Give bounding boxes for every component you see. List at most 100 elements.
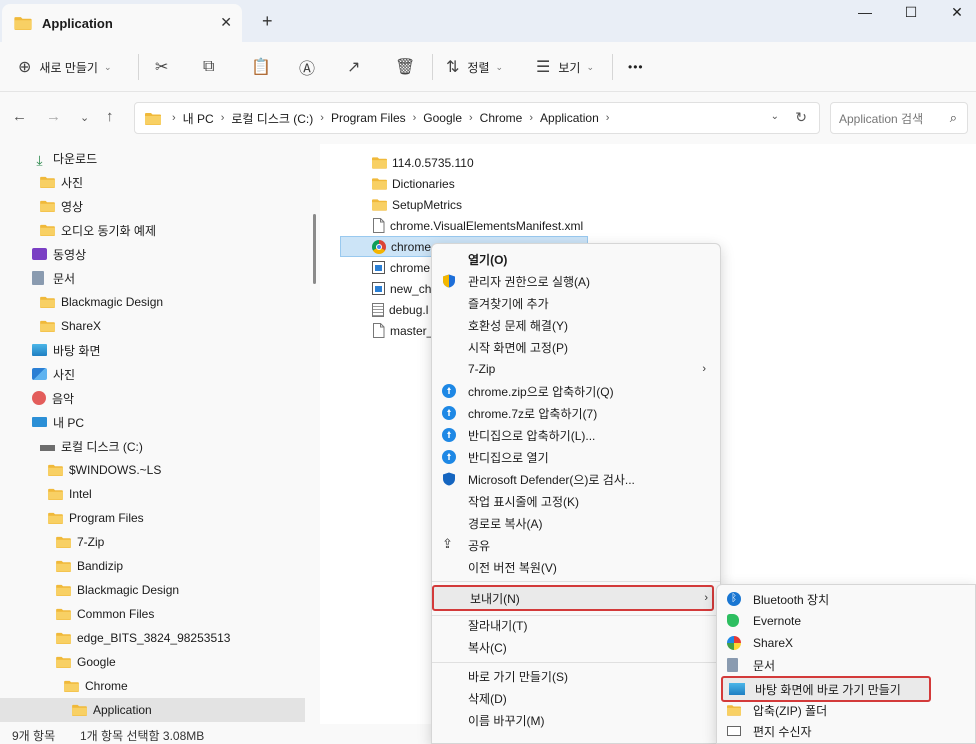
menu-item-bandizip-compress[interactable]: 반디집으로 압축하기(L)...	[432, 424, 720, 446]
share-button[interactable]: ↗	[347, 54, 360, 80]
send-to-sharex[interactable]: ShareX	[717, 632, 975, 654]
menu-item-troubleshoot[interactable]: 호환성 문제 해결(Y)	[432, 314, 720, 336]
list-item[interactable]: 114.0.5735.110	[372, 152, 474, 173]
submenu-item-label: Bluetooth 장치	[753, 592, 830, 607]
tab-application[interactable]: Application ✕	[2, 4, 242, 42]
menu-item-copy-path[interactable]: 경로로 복사(A)	[432, 512, 720, 534]
paste-button[interactable]: 📋	[251, 54, 271, 80]
menu-item-copy[interactable]: 복사(C)	[432, 636, 720, 658]
folder-icon	[40, 296, 55, 308]
list-item[interactable]: SetupMetrics	[372, 194, 462, 215]
menu-item-zip-compress[interactable]: chrome.zip으로 압축하기(Q)	[432, 380, 720, 402]
menu-item-create-shortcut[interactable]: 바로 가기 만들기(S)	[432, 665, 720, 687]
rename-button[interactable]: Ⓐ	[299, 54, 315, 80]
sort-button[interactable]: ⇅ 정렬 ⌄	[446, 54, 503, 80]
list-item[interactable]: new_ch	[372, 278, 431, 299]
list-item[interactable]: chrome.VisualElementsManifest.xml	[372, 215, 583, 236]
send-to-bluetooth[interactable]: ᛒ Bluetooth 장치	[717, 588, 975, 610]
sidebar-item-windows-ls[interactable]: $WINDOWS.~LS	[48, 458, 161, 482]
sidebar-item-local-disk[interactable]: 로컬 디스크 (C:)	[40, 434, 143, 458]
breadcrumb-my-pc[interactable]: 내 PC	[183, 110, 214, 127]
sidebar-item-downloads[interactable]: ⤓ 다운로드	[32, 146, 97, 170]
sidebar-item-7zip[interactable]: 7-Zip	[56, 530, 104, 554]
menu-item-send-to[interactable]: 보내기(N) ›	[432, 585, 714, 611]
menu-item-share[interactable]: ⇪ 공유	[432, 534, 720, 556]
minimize-button[interactable]: —	[850, 4, 880, 28]
send-to-mail-recipient[interactable]: 편지 수신자	[717, 720, 975, 742]
menu-item-7z-compress[interactable]: chrome.7z로 압축하기(7)	[432, 402, 720, 424]
back-arrow-icon[interactable]: ←	[12, 108, 27, 125]
recent-chevron-icon[interactable]: ⌄	[80, 111, 89, 124]
delete-button[interactable]: 🗑	[395, 54, 415, 80]
sidebar-item-my-pc[interactable]: 내 PC	[32, 410, 84, 434]
menu-item-rename[interactable]: 이름 바꾸기(M)	[432, 709, 720, 731]
sidebar-item-blackmagic-pf[interactable]: Blackmagic Design	[56, 578, 179, 602]
sidebar-item-bandizip[interactable]: Bandizip	[56, 554, 123, 578]
sidebar-item-videos[interactable]: 동영상	[32, 242, 86, 266]
sidebar-item-google[interactable]: Google	[56, 650, 116, 674]
sidebar-scrollbar[interactable]	[313, 214, 316, 284]
more-button[interactable]: •••	[628, 54, 644, 80]
cut-button[interactable]: ✂	[155, 54, 168, 80]
sidebar-item-pictures[interactable]: 사진	[32, 362, 75, 386]
address-bar[interactable]: › 내 PC › 로컬 디스크 (C:) › Program Files › G…	[134, 102, 820, 134]
view-button[interactable]: ☰ 보기 ⌄	[536, 54, 594, 80]
send-to-evernote[interactable]: Evernote	[717, 610, 975, 632]
menu-item-pin-taskbar[interactable]: 작업 표시줄에 고정(K)	[432, 490, 720, 512]
list-item[interactable]: master_	[372, 320, 433, 341]
sidebar-item-music[interactable]: 음악	[32, 386, 74, 410]
breadcrumb-chrome[interactable]: Chrome	[480, 111, 523, 125]
address-dropdown-icon[interactable]: ⌄	[771, 111, 779, 122]
new-button[interactable]: ⊕ 새로 만들기 ⌄	[18, 54, 112, 80]
menu-item-pin-start[interactable]: 시작 화면에 고정(P)	[432, 336, 720, 358]
sidebar-item-desktop[interactable]: 바탕 화면	[32, 338, 101, 362]
refresh-icon[interactable]: ↻	[795, 109, 807, 126]
up-arrow-icon[interactable]: ↑	[106, 108, 114, 125]
menu-item-defender-scan[interactable]: Microsoft Defender(으)로 검사...	[432, 468, 720, 490]
search-input[interactable]: Application 검색 ⌕	[830, 102, 968, 134]
sidebar-item-audio-sync[interactable]: 오디오 동기화 예제	[40, 218, 156, 242]
menu-item-delete[interactable]: 삭제(D)	[432, 687, 720, 709]
sidebar-item-intel[interactable]: Intel	[48, 482, 92, 506]
menu-item-label: 작업 표시줄에 고정(K)	[468, 494, 579, 509]
tab-close-icon[interactable]: ✕	[220, 14, 232, 31]
copy-button[interactable]: ⧉	[203, 54, 214, 80]
new-tab-button[interactable]: +	[262, 11, 273, 32]
sidebar-item-sharex[interactable]: ShareX	[40, 314, 101, 338]
plus-circle-icon: ⊕	[18, 59, 32, 76]
list-item[interactable]: debug.l	[372, 299, 428, 320]
list-item[interactable]: chrome	[372, 257, 430, 278]
sidebar-item-program-files[interactable]: Program Files	[48, 506, 144, 530]
sidebar-item-blackmagic[interactable]: Blackmagic Design	[40, 290, 163, 314]
menu-item-bandizip-open[interactable]: 반디집으로 열기	[432, 446, 720, 468]
list-item[interactable]: Dictionaries	[372, 173, 455, 194]
menu-item-restore-versions[interactable]: 이전 버전 복원(V)	[432, 556, 720, 578]
breadcrumb-google[interactable]: Google	[423, 111, 462, 125]
menu-item-run-as-admin[interactable]: 관리자 권한으로 실행(A)	[432, 270, 720, 292]
menu-item-label: 경로로 복사(A)	[468, 516, 543, 531]
menu-item-label: 보내기(N)	[470, 591, 520, 606]
sidebar-item-chrome[interactable]: Chrome	[64, 674, 128, 698]
sidebar-item-application[interactable]: Application	[0, 698, 305, 722]
forward-arrow-icon[interactable]: →	[46, 108, 61, 125]
breadcrumb-program-files[interactable]: Program Files	[331, 111, 406, 125]
sidebar-item-documents[interactable]: 문서	[32, 266, 75, 290]
sidebar-item-common-files[interactable]: Common Files	[56, 602, 154, 626]
folder-icon	[56, 656, 71, 668]
close-window-button[interactable]: ✕	[942, 4, 972, 28]
menu-item-7zip[interactable]: 7-Zip ›	[432, 358, 720, 380]
maximize-button[interactable]: ☐	[896, 4, 926, 28]
breadcrumb-application[interactable]: Application	[540, 111, 599, 125]
breadcrumb-local-disk[interactable]: 로컬 디스크 (C:)	[231, 110, 313, 127]
sidebar-item-edge-bits[interactable]: edge_BITS_3824_98253513	[56, 626, 230, 650]
menu-item-cut[interactable]: 잘라내기(T)	[432, 614, 720, 636]
send-to-zip-folder[interactable]: 압축(ZIP) 폴더	[717, 699, 975, 721]
menu-item-label: 관리자 권한으로 실행(A)	[468, 274, 591, 289]
send-to-documents[interactable]: 문서	[717, 654, 975, 676]
sidebar-item-label: Blackmagic Design	[61, 295, 164, 309]
menu-item-open[interactable]: 열기(O)	[432, 248, 720, 270]
menu-item-add-favorites[interactable]: 즐겨찾기에 추가	[432, 292, 720, 314]
sidebar-item-video-folder[interactable]: 영상	[40, 194, 83, 218]
sidebar-item-photos[interactable]: 사진	[40, 170, 83, 194]
file-name: 114.0.5735.110	[392, 155, 474, 170]
